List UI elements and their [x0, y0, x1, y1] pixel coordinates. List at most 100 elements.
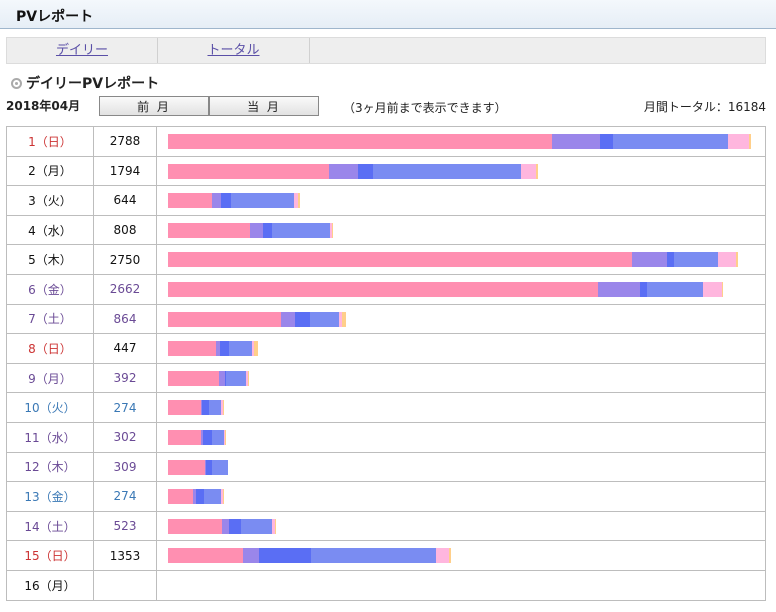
- table-row: 7（土） 864: [6, 303, 766, 335]
- pv-value-label: 864: [93, 303, 157, 335]
- pv-bar-segment: [242, 548, 260, 564]
- pv-bar-segment: [229, 518, 241, 534]
- pv-bar-segment: [168, 252, 633, 268]
- day-label: 2（月）: [6, 155, 94, 187]
- pv-bar-segment: [342, 311, 347, 327]
- pv-bar-segment: [297, 193, 300, 209]
- pv-bar: [168, 281, 724, 297]
- pv-bar-segment: [240, 518, 272, 534]
- tab-total[interactable]: トータル: [158, 38, 310, 63]
- pv-bar-segment: [203, 429, 213, 445]
- pv-bar-segment: [204, 489, 221, 505]
- pv-bar-segment: [722, 281, 724, 297]
- pv-value-label: 274: [93, 392, 157, 423]
- pv-bar-segment: [168, 429, 201, 445]
- pv-bar-segment: [221, 193, 231, 209]
- table-row: 15（日） 1353: [6, 540, 766, 571]
- range-note: （3ヶ月前まで表示できます）: [343, 101, 507, 115]
- pv-bar: [168, 400, 224, 416]
- pv-value-label: 2662: [93, 273, 157, 305]
- pv-bar: [168, 548, 451, 564]
- pv-bar-segment: [229, 341, 253, 357]
- pv-value-label: 523: [93, 510, 157, 542]
- tab-daily[interactable]: デイリー: [7, 38, 158, 63]
- pv-bar-segment: [222, 489, 224, 505]
- pv-bar-segment: [639, 281, 648, 297]
- day-label: 12（木）: [6, 451, 94, 483]
- pv-bar-segment: [718, 252, 736, 268]
- pv-bar-segment: [168, 459, 206, 475]
- pv-bar-segment: [225, 429, 227, 445]
- bar-cell: [156, 362, 766, 394]
- pv-bar-segment: [222, 400, 224, 416]
- pv-bar-segment: [262, 222, 273, 238]
- pv-bar-segment: [168, 193, 212, 209]
- bar-cell: [156, 333, 766, 364]
- monthly-total: 月間トータル：16184: [643, 100, 766, 114]
- pv-bar-segment: [448, 548, 451, 564]
- pv-bar-segment: [221, 518, 230, 534]
- pv-bar: [168, 193, 300, 209]
- pv-bar-segment: [520, 163, 537, 179]
- table-row: 5（木） 2750: [6, 244, 766, 275]
- pv-bar-segment: [647, 281, 704, 297]
- pv-bar-segment: [168, 222, 250, 238]
- pv-bar-segment: [597, 281, 640, 297]
- pv-bar: [168, 459, 229, 475]
- day-label: 13（金）: [6, 481, 94, 512]
- pv-bar: [168, 252, 738, 268]
- pv-bar-segment: [632, 252, 667, 268]
- day-label: 11（水）: [6, 421, 94, 453]
- pv-bar-segment: [168, 489, 193, 505]
- bar-cell: [156, 421, 766, 453]
- section-heading: デイリーPVレポート: [11, 73, 159, 93]
- pv-bar-segment: [310, 548, 436, 564]
- prev-month-button[interactable]: 前 月: [99, 96, 209, 116]
- pv-value-label: 447: [93, 333, 157, 364]
- pv-bar-segment: [254, 341, 259, 357]
- table-row: 16（月）: [6, 569, 766, 601]
- pv-value-label: 392: [93, 362, 157, 394]
- pv-bar-segment: [435, 548, 449, 564]
- pv-value-label: 302: [93, 421, 157, 453]
- pv-value-label: 2788: [93, 126, 157, 157]
- daily-pv-table: 1（日） 2788 2（月） 1794 3（火） 644 4（水） 808 5（木） 2750 6（…: [6, 126, 766, 601]
- day-label: 1（日）: [6, 126, 94, 157]
- pv-bar-segment: [168, 341, 216, 357]
- pv-bar-segment: [329, 163, 358, 179]
- bar-cell: [156, 392, 766, 423]
- pv-bar-segment: [735, 252, 738, 268]
- table-row: 8（日） 447: [6, 333, 766, 364]
- radio-bullet-icon: [11, 78, 22, 89]
- table-row: 11（水） 302: [6, 421, 766, 453]
- day-label: 5（木）: [6, 244, 94, 275]
- pv-bar-segment: [259, 548, 311, 564]
- pv-bar-segment: [211, 193, 222, 209]
- day-label: 8（日）: [6, 333, 94, 364]
- pv-bar-segment: [357, 163, 374, 179]
- this-month-button[interactable]: 当 月: [209, 96, 319, 116]
- pv-bar-segment: [703, 281, 723, 297]
- day-label: 15（日）: [6, 540, 94, 571]
- bar-cell: [156, 510, 766, 542]
- pv-bar: [168, 370, 249, 386]
- pv-bar-segment: [612, 134, 729, 149]
- pv-bar-segment: [168, 281, 598, 297]
- pv-bar-segment: [219, 341, 230, 357]
- pv-bar-segment: [195, 489, 205, 505]
- day-label: 7（土）: [6, 303, 94, 335]
- bar-cell: [156, 481, 766, 512]
- table-row: 3（火） 644: [6, 185, 766, 216]
- pv-value-label: 2750: [93, 244, 157, 275]
- pv-bar: [168, 341, 259, 357]
- day-label: 6（金）: [6, 273, 94, 305]
- bar-cell: [156, 155, 766, 187]
- pv-bar-segment: [168, 163, 330, 179]
- pv-bar-segment: [212, 459, 229, 475]
- pv-bar-segment: [331, 222, 333, 238]
- pv-bar-segment: [226, 370, 246, 386]
- pv-bar-segment: [168, 134, 552, 149]
- pv-bar: [168, 518, 277, 534]
- page-title: PVレポート: [16, 9, 94, 25]
- pv-bar-segment: [168, 400, 201, 416]
